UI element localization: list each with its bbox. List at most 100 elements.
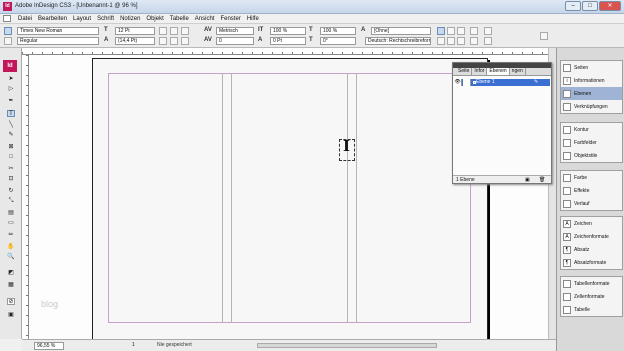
kerning-field[interactable]: Metrisch — [216, 27, 254, 35]
scale-tool-icon[interactable]: ⤡ — [7, 198, 15, 205]
line-tool-icon[interactable]: ╲ — [7, 122, 15, 129]
layer-row[interactable]: 👁 Ebene 1 ✎ — [454, 79, 550, 86]
menu-notizen[interactable]: Notizen — [117, 16, 143, 22]
align-left-button[interactable] — [437, 27, 445, 35]
align-right-button[interactable] — [457, 27, 465, 35]
dock-item-zeichenformate[interactable]: A Zeichenformate — [561, 230, 622, 243]
all-caps-button[interactable] — [159, 27, 167, 35]
align-center-button[interactable] — [447, 27, 455, 35]
menu-ansicht[interactable]: Ansicht — [192, 16, 218, 22]
baseline-shift-field[interactable]: 0 Pt — [270, 37, 306, 45]
subscript-button[interactable] — [170, 37, 178, 45]
superscript-button[interactable] — [159, 37, 167, 45]
rotate-tool-icon[interactable]: ↻ — [7, 188, 15, 195]
tracking-field[interactable]: 0 — [216, 37, 254, 45]
pencil-tool-icon[interactable]: ✎ — [7, 132, 15, 139]
font-style-select[interactable]: Regular — [17, 37, 99, 45]
type-tool-icon[interactable]: T — [7, 110, 15, 117]
menu-datei[interactable]: Datei — [15, 16, 35, 22]
rectangle-frame-tool-icon[interactable]: ⊠ — [7, 144, 15, 151]
menu-tabelle[interactable]: Tabelle — [167, 16, 192, 22]
outdent-button[interactable] — [484, 37, 492, 45]
minimize-button[interactable]: – — [565, 1, 581, 11]
dock-item-informationen[interactable]: i Informationen — [561, 74, 622, 87]
vertical-scale-field[interactable]: 100 % — [270, 27, 306, 35]
rectangle-tool-icon[interactable]: □ — [7, 154, 15, 161]
page-number-field[interactable]: 1 — [132, 342, 135, 348]
skew-field[interactable]: 0° — [320, 37, 356, 45]
new-layer-icon[interactable]: ▣ — [525, 176, 530, 184]
small-caps-button[interactable] — [170, 27, 178, 35]
layers-icon — [563, 89, 571, 98]
dock-item-seiten[interactable]: Seiten — [561, 61, 622, 74]
underline-button[interactable] — [181, 27, 189, 35]
horizontal-scale-field[interactable]: 100 % — [320, 27, 356, 35]
direct-selection-tool-icon[interactable]: ▷ — [7, 86, 15, 93]
free-transform-tool-icon[interactable]: ⊡ — [7, 176, 15, 183]
view-mode-icon[interactable]: ▣ — [7, 312, 15, 319]
document-page[interactable]: I — [92, 58, 488, 340]
tab-verknuepfungen[interactable]: ngen — [510, 68, 526, 75]
align-spine-button[interactable] — [470, 37, 478, 45]
dock-item-ebenen[interactable]: Ebenen — [561, 87, 622, 100]
dock-item-kontur[interactable]: Kontur — [561, 123, 622, 136]
tab-ebenen[interactable]: Ebenen — [487, 68, 510, 75]
hand-tool-icon[interactable]: ✋ — [7, 244, 15, 251]
formatting-affects-icon[interactable]: ▦ — [7, 282, 15, 289]
close-button[interactable]: ✕ — [599, 1, 621, 11]
pen-tool-icon[interactable]: ✒ — [7, 98, 15, 105]
dock-item-objektstile[interactable]: Objektstile — [561, 149, 622, 162]
dock-item-zeichen[interactable]: A Zeichen — [561, 217, 622, 230]
menu-bearbeiten[interactable]: Bearbeiten — [35, 16, 70, 22]
character-mode-button[interactable] — [4, 27, 12, 35]
menu-schrift[interactable]: Schrift — [94, 16, 117, 22]
language-select[interactable]: Deutsch: Rechtschreibreform — [365, 37, 431, 45]
menu-objekt[interactable]: Objekt — [143, 16, 166, 22]
align-justify-button[interactable] — [470, 27, 478, 35]
lock-toggle[interactable] — [463, 79, 471, 86]
zoom-tool-icon[interactable]: 🔍 — [7, 254, 15, 261]
leading-field[interactable]: (14,4 Pt) — [115, 37, 155, 45]
justify-left-button[interactable] — [437, 37, 445, 45]
note-tool-icon[interactable]: ▭ — [7, 220, 15, 227]
dock-item-absatzformate[interactable]: ¶ Absatzformate — [561, 256, 622, 269]
maximize-button[interactable]: □ — [582, 1, 598, 11]
scissors-tool-icon[interactable]: ✂ — [7, 166, 15, 173]
indent-button[interactable] — [484, 27, 492, 35]
menu-fenster[interactable]: Fenster — [217, 16, 243, 22]
dock-item-tabellenformate[interactable]: Tabellenformate — [561, 277, 622, 290]
document-icon[interactable] — [3, 15, 11, 22]
apply-none-icon[interactable]: ⊘ — [7, 298, 15, 305]
vertical-ruler[interactable] — [22, 55, 29, 339]
dock-item-verknuepfungen[interactable]: Verknüpfungen — [561, 100, 622, 113]
char-style-select[interactable]: [Ohne] — [371, 27, 431, 35]
horizontal-ruler[interactable] — [22, 48, 556, 55]
paragraph-mode-button[interactable] — [4, 37, 12, 45]
trash-icon[interactable]: 🗑 — [539, 176, 545, 184]
font-size-field[interactable]: 12 Pt — [115, 27, 155, 35]
dock-item-farbfelder[interactable]: Farbfelder — [561, 136, 622, 149]
dock-item-farbe[interactable]: Farbe — [561, 171, 622, 184]
selection-tool-icon[interactable]: ➤ — [7, 76, 15, 83]
font-family-select[interactable]: Times New Roman — [17, 27, 99, 35]
dock-item-zellenformate[interactable]: Zellenformate — [561, 290, 622, 303]
eyedropper-tool-icon[interactable]: ✏ — [7, 232, 15, 239]
gradient-tool-icon[interactable]: ▤ — [7, 210, 15, 217]
tab-seiten[interactable]: Seite — [456, 68, 473, 75]
dock-item-verlauf[interactable]: Verlauf — [561, 197, 622, 210]
tab-informationen[interactable]: Infor — [472, 68, 488, 75]
justify-center-button[interactable] — [447, 37, 455, 45]
strikethrough-button[interactable] — [181, 37, 189, 45]
menu-hilfe[interactable]: Hilfe — [244, 16, 262, 22]
zoom-field[interactable]: 96,55 % — [34, 342, 64, 350]
panel-menu-button[interactable] — [540, 32, 548, 40]
dock-item-effekte[interactable]: Effekte — [561, 184, 622, 197]
eye-icon[interactable]: 👁 — [454, 79, 462, 86]
justify-all-button[interactable] — [457, 37, 465, 45]
dock-item-absatz[interactable]: ¶ Absatz — [561, 243, 622, 256]
fill-stroke-icon[interactable]: ◩ — [7, 270, 15, 277]
dock-item-tabelle[interactable]: Tabelle — [561, 303, 622, 316]
indesign-logo: Id — [3, 60, 17, 72]
horizontal-scrollbar[interactable] — [257, 343, 437, 348]
menu-layout[interactable]: Layout — [70, 16, 94, 22]
